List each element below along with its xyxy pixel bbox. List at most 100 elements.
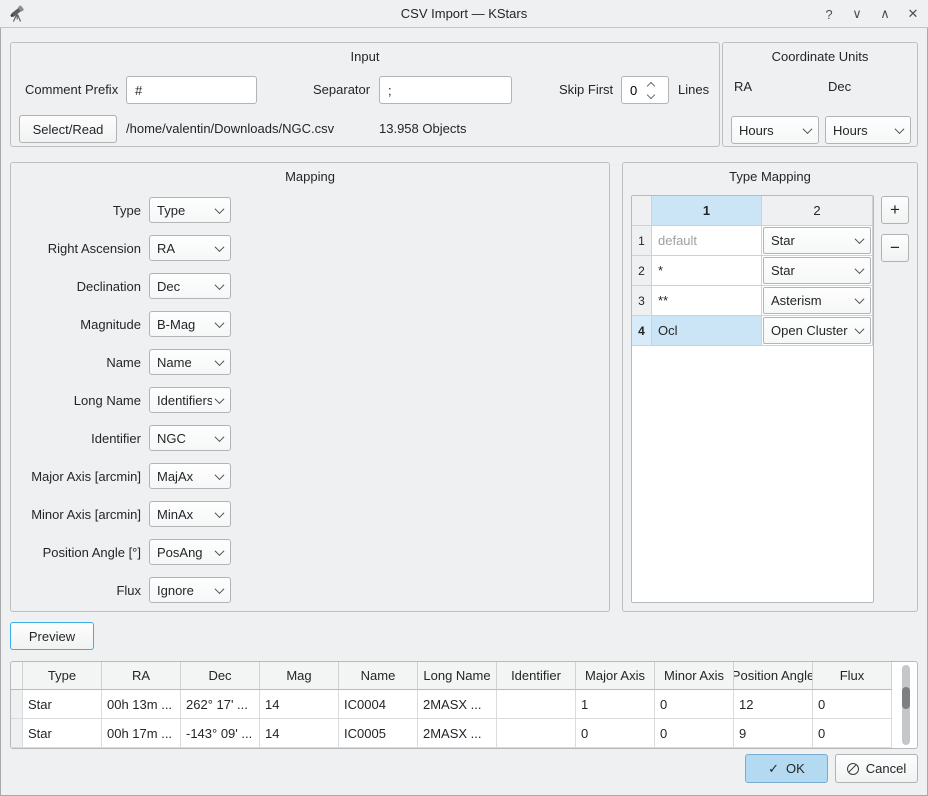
preview-grid: TypeRADecMagNameLong NameIdentifier Major… (11, 662, 917, 748)
preview-cell[interactable]: 00h 13m ... (102, 690, 181, 719)
preview-cell[interactable]: Star (23, 719, 102, 748)
pattern-cell[interactable]: ** (652, 286, 762, 316)
dec-label: Dec (828, 77, 851, 97)
preview-header-long-name[interactable]: Long Name (418, 662, 497, 690)
preview-row-header[interactable] (11, 719, 23, 748)
preview-cell[interactable]: -143° 09' ... (181, 719, 260, 748)
header-label: Major Axis (585, 668, 645, 683)
mapping-select-major-axis-arcmin[interactable]: MajAx (149, 463, 231, 489)
preview-header-identifier[interactable]: Identifier (497, 662, 576, 690)
separator-input[interactable] (379, 76, 512, 104)
preview-header-major-axis[interactable]: Major Axis (576, 662, 655, 690)
skip-first-spinbox[interactable] (621, 76, 669, 104)
cancel-button[interactable]: Cancel (835, 754, 918, 783)
mapping-select-declination[interactable]: Dec (149, 273, 231, 299)
preview-header-position-angle[interactable]: Position Angle (734, 662, 813, 690)
add-row-button[interactable]: + (881, 196, 909, 224)
preview-cell[interactable]: 2MASX ... (418, 719, 497, 748)
mapping-select-long-name[interactable]: Identifiers (149, 387, 231, 413)
preview-header-mag[interactable]: Mag (260, 662, 339, 690)
pattern-cell[interactable]: default (652, 226, 762, 256)
spin-down-icon[interactable] (647, 90, 655, 98)
row-header-3[interactable]: 3 (632, 286, 652, 316)
type-select-row-1[interactable]: Star (763, 227, 871, 254)
column-header-1[interactable]: 1 (652, 196, 762, 226)
type-select-row-2[interactable]: Star (763, 257, 871, 284)
preview-header-name[interactable]: Name (339, 662, 418, 690)
ra-units-select[interactable]: Hours (731, 116, 819, 144)
mapping-select-minor-axis-arcmin[interactable]: MinAx (149, 501, 231, 527)
preview-header-dec[interactable]: Dec (181, 662, 260, 690)
preview-corner-header[interactable] (11, 662, 23, 690)
dec-units-select[interactable]: Hours (825, 116, 911, 144)
maximize-button[interactable]: ∧ (876, 5, 894, 23)
type-select-row-3[interactable]: Asterism (763, 287, 871, 314)
preview-cell[interactable]: 0 (655, 719, 734, 748)
ok-button[interactable]: ✓ OK (745, 754, 828, 783)
mapping-row: Long NameIdentifiers (11, 387, 231, 413)
preview-header-row: TypeRADecMagNameLong NameIdentifier Major… (11, 662, 917, 690)
objects-count: 13.958 Objects (379, 115, 466, 143)
help-button[interactable]: ? (820, 5, 838, 23)
minimize-button[interactable]: ∨ (848, 5, 866, 23)
comment-prefix-input[interactable] (126, 76, 257, 104)
preview-cell[interactable]: 0 (576, 719, 655, 748)
preview-header-flux[interactable]: Flux (813, 662, 892, 690)
titlebar[interactable]: CSV Import — KStars ? ∨ ∧ ✕ (0, 0, 928, 28)
mapping-row-label: Minor Axis [arcmin] (11, 507, 141, 522)
preview-cell[interactable]: 9 (734, 719, 813, 748)
row-header-4[interactable]: 4 (632, 316, 652, 346)
mapping-select-identifier[interactable]: NGC (149, 425, 231, 451)
corner-header[interactable] (632, 196, 652, 226)
type-mapping-table: 121defaultStar2*Star3**Asterism4OclOpen … (631, 195, 874, 603)
preview-cell[interactable] (497, 690, 576, 719)
pattern-cell[interactable]: * (652, 256, 762, 286)
close-button[interactable]: ✕ (904, 5, 922, 23)
preview-header-ra[interactable]: RA (102, 662, 181, 690)
row-header-2[interactable]: 2 (632, 256, 652, 286)
preview-cell[interactable]: 12 (734, 690, 813, 719)
type-cell: Star (762, 226, 873, 256)
type-select-row-4[interactable]: Open Cluster (763, 317, 871, 344)
spin-up-icon[interactable] (647, 81, 655, 89)
mapping-select-flux[interactable]: Ignore (149, 577, 231, 603)
preview-cell[interactable]: 0 (813, 690, 892, 719)
scrollbar-thumb[interactable] (902, 687, 910, 709)
row-header-1[interactable]: 1 (632, 226, 652, 256)
preview-cell[interactable]: IC0004 (339, 690, 418, 719)
preview-cell[interactable]: 0 (655, 690, 734, 719)
preview-cell[interactable] (497, 719, 576, 748)
csv-import-window: CSV Import — KStars ? ∨ ∧ ✕ Input Commen… (0, 0, 928, 796)
ok-label: OK (786, 761, 805, 776)
chevron-down-icon (855, 294, 865, 304)
preview-button[interactable]: Preview (10, 622, 94, 650)
column-header-2[interactable]: 2 (762, 196, 873, 226)
preview-cell[interactable]: Star (23, 690, 102, 719)
preview-cell[interactable]: 262° 17' ... (181, 690, 260, 719)
mapping-select-type[interactable]: Type (149, 197, 231, 223)
preview-row-header[interactable] (11, 690, 23, 719)
preview-scrollbar[interactable] (902, 665, 910, 745)
preview-cell[interactable]: 2MASX ... (418, 690, 497, 719)
type-mapping-header-row: 12 (632, 196, 873, 226)
mapping-select-right-ascension[interactable]: RA (149, 235, 231, 261)
pattern-cell[interactable]: Ocl (652, 316, 762, 346)
preview-cell[interactable]: 0 (813, 719, 892, 748)
preview-header-type[interactable]: Type (23, 662, 102, 690)
select-read-button[interactable]: Select/Read (19, 115, 117, 143)
preview-header-minor-axis[interactable]: Minor Axis (655, 662, 734, 690)
preview-cell[interactable]: 14 (260, 719, 339, 748)
mapping-select-name[interactable]: Name (149, 349, 231, 375)
type-mapping-row: 2*Star (632, 256, 873, 286)
selected-value: Hours (739, 123, 800, 138)
preview-cell[interactable]: 14 (260, 690, 339, 719)
mapping-row: Major Axis [arcmin]MajAx (11, 463, 231, 489)
preview-cell[interactable]: 1 (576, 690, 655, 719)
coordinate-units-group: Coordinate Units RA Dec Hours Hours (722, 42, 918, 147)
skip-first-input[interactable] (622, 77, 648, 103)
mapping-select-magnitude[interactable]: B-Mag (149, 311, 231, 337)
preview-cell[interactable]: 00h 17m ... (102, 719, 181, 748)
preview-cell[interactable]: IC0005 (339, 719, 418, 748)
mapping-select-position-angle[interactable]: PosAng (149, 539, 231, 565)
remove-row-button[interactable]: − (881, 234, 909, 262)
